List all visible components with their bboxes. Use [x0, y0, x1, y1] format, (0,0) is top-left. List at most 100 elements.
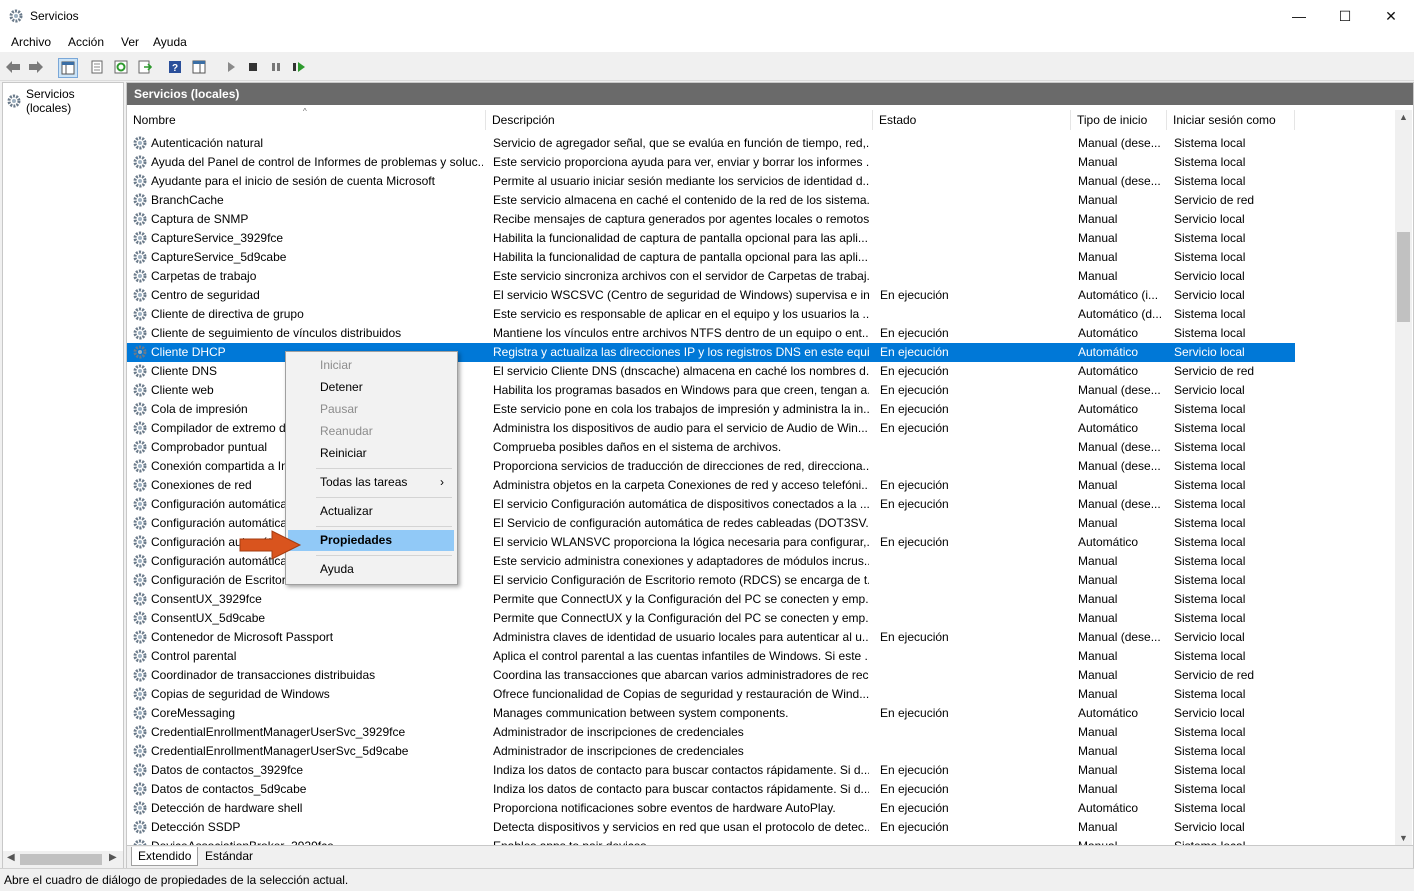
- menu-bar: Archivo Acción Ver Ayuda: [0, 32, 1414, 52]
- back-button[interactable]: [4, 58, 22, 76]
- menu-item-iniciar[interactable]: Iniciar: [288, 355, 454, 376]
- service-name: Carpetas de trabajo: [151, 269, 257, 283]
- menu-item-ayuda[interactable]: Ayuda: [288, 559, 454, 580]
- service-gear-icon: [133, 364, 147, 378]
- table-row[interactable]: CoreMessaging Manages communication betwe…: [127, 704, 1395, 723]
- vertical-scrollbar[interactable]: ▲ ▼: [1395, 110, 1412, 845]
- menu-accion[interactable]: Acción: [68, 35, 104, 49]
- service-logon-as: Servicio local: [1174, 288, 1245, 302]
- service-gear-icon: [133, 497, 147, 511]
- table-row[interactable]: Captura de SNMP Recibe mensajes de captur…: [127, 210, 1395, 229]
- table-row[interactable]: Ayudante para el inicio de sesión de cue…: [127, 172, 1395, 191]
- menu-item-todas-las-tareas[interactable]: Todas las tareas ›: [288, 472, 454, 493]
- service-logon-as: Sistema local: [1174, 782, 1246, 796]
- service-logon-as: Sistema local: [1174, 837, 1294, 845]
- tab-extendido[interactable]: Extendido: [131, 847, 199, 866]
- table-row[interactable]: Cliente de seguimiento de vínculos distr…: [127, 324, 1395, 343]
- menu-item-propiedades[interactable]: Propiedades: [288, 530, 454, 551]
- table-row[interactable]: ConsentUX_3929fce Permite que ConnectUX y…: [127, 590, 1395, 609]
- table-row[interactable]: Control parental Aplica el control parent…: [127, 647, 1395, 666]
- menu-ayuda[interactable]: Ayuda: [153, 35, 187, 49]
- help-button[interactable]: ?: [166, 58, 184, 76]
- restart-service-button[interactable]: [290, 58, 308, 76]
- table-row[interactable]: Ayuda del Panel de control de Informes d…: [127, 153, 1395, 172]
- column-header-descripcion[interactable]: Descripción: [486, 110, 873, 130]
- column-header-tipo-inicio[interactable]: Tipo de inicio: [1071, 110, 1167, 130]
- table-row[interactable]: Datos de contactos_3929fce Indiza los dat…: [127, 761, 1395, 780]
- service-logon-as: Servicio de red: [1174, 364, 1255, 378]
- scroll-left-icon[interactable]: ◀: [7, 852, 15, 863]
- menu-item-detener[interactable]: Detener: [288, 377, 454, 398]
- service-state: [880, 229, 1070, 248]
- export-list-button[interactable]: [136, 58, 154, 76]
- table-row[interactable]: Autenticación natural Servicio de agregad…: [127, 134, 1395, 153]
- service-description: El servicio Configuración de Escritorio …: [493, 573, 869, 587]
- menu-item-reiniciar[interactable]: Reiniciar: [288, 443, 454, 464]
- column-header-estado[interactable]: Estado: [873, 110, 1071, 130]
- scroll-thumb[interactable]: [1397, 232, 1410, 322]
- service-gear-icon: [133, 269, 147, 283]
- show-hide-button[interactable]: [190, 58, 208, 76]
- scroll-right-icon[interactable]: ▶: [109, 852, 117, 863]
- scroll-up-icon[interactable]: ▲: [1399, 112, 1408, 122]
- console-tree-button[interactable]: [58, 58, 78, 78]
- service-name: Contenedor de Microsoft Passport: [151, 630, 334, 644]
- table-row[interactable]: Carpetas de trabajo Este servicio sincron…: [127, 267, 1395, 286]
- service-description: Registra y actualiza las direcciones IP …: [493, 345, 869, 359]
- table-row[interactable]: CaptureService_3929fce Habilita la funcio…: [127, 229, 1395, 248]
- service-logon-as: Sistema local: [1174, 326, 1246, 340]
- toolbar: ?: [0, 54, 1414, 81]
- stop-service-button[interactable]: [244, 58, 262, 76]
- tree-horizontal-scrollbar[interactable]: ◀ ▶: [3, 851, 123, 868]
- table-row[interactable]: Detección de hardware shell Proporciona n…: [127, 799, 1395, 818]
- tree-node-servicios-locales[interactable]: Servicios (locales): [6, 87, 123, 115]
- maximize-button[interactable]: ☐: [1322, 0, 1368, 32]
- service-state: [880, 305, 1070, 324]
- service-startup-type: Manual: [1078, 212, 1118, 226]
- minimize-button[interactable]: —: [1276, 0, 1322, 32]
- table-row[interactable]: Coordinador de transacciones distribuida…: [127, 666, 1395, 685]
- service-name: Copias de seguridad de Windows: [151, 687, 330, 701]
- table-row[interactable]: Datos de contactos_5d9cabe Indiza los dat…: [127, 780, 1395, 799]
- refresh-icon: [114, 60, 128, 74]
- table-row[interactable]: CredentialEnrollmentManagerUserSvc_5d9ca…: [127, 742, 1395, 761]
- menu-ver[interactable]: Ver: [121, 35, 139, 49]
- service-logon-as: Servicio de red: [1174, 668, 1255, 682]
- menu-item-actualizar[interactable]: Actualizar: [288, 501, 454, 522]
- service-name: ConsentUX_5d9cabe: [151, 611, 266, 625]
- start-service-button[interactable]: [222, 58, 240, 76]
- scroll-thumb[interactable]: [20, 854, 102, 865]
- forward-button[interactable]: [27, 58, 45, 76]
- table-row[interactable]: Cliente de directiva de grupo Este servic…: [127, 305, 1395, 324]
- service-logon-as: Servicio de red: [1174, 193, 1255, 207]
- table-row[interactable]: Contenedor de Microsoft Passport Administ…: [127, 628, 1395, 647]
- close-icon: ✕: [1385, 7, 1397, 24]
- properties-button[interactable]: [88, 58, 106, 76]
- table-row[interactable]: ConsentUX_5d9cabe Permite que ConnectUX y…: [127, 609, 1395, 628]
- column-header-iniciar-sesion[interactable]: Iniciar sesión como: [1167, 110, 1295, 130]
- service-startup-type: Manual (dese...: [1078, 136, 1161, 150]
- table-row[interactable]: Detección SSDP Detecta dispositivos y ser…: [127, 818, 1395, 837]
- table-row[interactable]: CredentialEnrollmentManagerUserSvc_3929f…: [127, 723, 1395, 742]
- close-button[interactable]: ✕: [1368, 0, 1414, 32]
- service-startup-type: Manual: [1078, 763, 1118, 777]
- refresh-button[interactable]: [112, 58, 130, 76]
- column-header-nombre[interactable]: Nombre ^: [127, 107, 486, 130]
- table-row[interactable]: DeviceAssociationBroker_3929fce Enables a…: [127, 837, 1395, 845]
- table-row[interactable]: Copias de seguridad de Windows Ofrece fun…: [127, 685, 1395, 704]
- pause-service-button[interactable]: [267, 58, 285, 76]
- service-state: En ejecución: [880, 478, 949, 492]
- menu-item-pausar[interactable]: Pausar: [288, 399, 454, 420]
- service-startup-type: Manual: [1078, 725, 1118, 739]
- menu-item-reanudar[interactable]: Reanudar: [288, 421, 454, 442]
- service-gear-icon: [133, 535, 147, 549]
- menu-archivo[interactable]: Archivo: [11, 35, 51, 49]
- scroll-down-icon[interactable]: ▼: [1399, 833, 1408, 843]
- service-startup-type: Manual (dese...: [1078, 383, 1161, 397]
- table-row[interactable]: CaptureService_5d9cabe Habilita la funcio…: [127, 248, 1395, 267]
- table-row[interactable]: Centro de seguridad El servicio WSCSVC (C…: [127, 286, 1395, 305]
- table-row[interactable]: BranchCache Este servicio almacena en cac…: [127, 191, 1395, 210]
- tab-estandar[interactable]: Estándar: [199, 847, 259, 865]
- panel-banner: Servicios (locales): [127, 83, 1413, 105]
- service-state: [880, 267, 1070, 286]
